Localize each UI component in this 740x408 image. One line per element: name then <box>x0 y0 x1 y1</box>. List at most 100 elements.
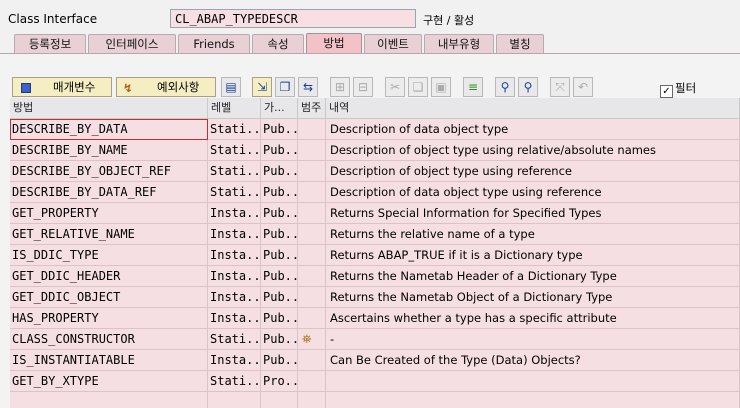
insert-row-icon[interactable]: ⊞ <box>330 77 350 97</box>
category-cell[interactable] <box>298 224 326 245</box>
find-icon[interactable]: ⚲ <box>495 77 515 97</box>
category-cell[interactable]: ⛯ <box>298 329 326 350</box>
table-row[interactable]: DESCRIBE_BY_DATAStati...Pub... Descriptio… <box>10 119 740 140</box>
description-cell[interactable]: Description of data object type using re… <box>326 182 740 203</box>
visibility-cell[interactable]: Pub... <box>261 140 298 161</box>
table-row[interactable] <box>10 392 740 408</box>
method-name-cell[interactable]: GET_DDIC_OBJECT <box>10 287 208 308</box>
table-row[interactable]: DESCRIBE_BY_NAMEStati...Pub... Descriptio… <box>10 140 740 161</box>
column-header-description[interactable]: 내역 <box>326 98 740 119</box>
delete-row-icon[interactable]: ⊟ <box>353 77 373 97</box>
table-row[interactable]: GET_RELATIVE_NAMEInsta...Pub... Returns t… <box>10 224 740 245</box>
description-cell[interactable]: Returns ABAP_TRUE if it is a Dictionary … <box>326 245 740 266</box>
visibility-cell[interactable]: Pub... <box>261 350 298 371</box>
level-cell[interactable]: Insta... <box>208 287 261 308</box>
category-cell[interactable] <box>298 203 326 224</box>
navigate-icon[interactable]: ⇆ <box>298 77 318 97</box>
visibility-cell[interactable]: Pub... <box>261 287 298 308</box>
description-cell[interactable]: Returns Special Information for Specifie… <box>326 203 740 224</box>
visibility-cell[interactable]: Pub... <box>261 224 298 245</box>
visibility-cell[interactable]: Pub... <box>261 308 298 329</box>
description-cell[interactable]: - <box>326 329 740 350</box>
method-name-cell[interactable]: GET_PROPERTY <box>10 203 208 224</box>
description-cell[interactable]: Returns the relative name of a type <box>326 224 740 245</box>
category-cell[interactable] <box>298 140 326 161</box>
visibility-cell[interactable]: Pub... <box>261 119 298 140</box>
category-cell[interactable] <box>298 371 326 392</box>
copy-row-icon[interactable]: ❐ <box>275 77 295 97</box>
visibility-cell[interactable]: Pub... <box>261 182 298 203</box>
level-cell[interactable]: Insta... <box>208 203 261 224</box>
description-cell[interactable] <box>326 371 740 392</box>
description-cell[interactable]: Ascertains whether a type has a specific… <box>326 308 740 329</box>
class-name-field[interactable]: CL_ABAP_TYPEDESCR <box>170 9 416 28</box>
method-name-cell[interactable]: IS_DDIC_TYPE <box>10 245 208 266</box>
category-cell[interactable] <box>298 182 326 203</box>
level-cell[interactable]: Stati... <box>208 371 261 392</box>
visibility-cell[interactable] <box>261 392 298 408</box>
level-cell[interactable]: Stati... <box>208 329 261 350</box>
level-cell[interactable]: Insta... <box>208 308 261 329</box>
table-row[interactable]: DESCRIBE_BY_OBJECT_REFStati...Pub... Desc… <box>10 161 740 182</box>
tab-attributes[interactable]: 속성 <box>252 34 304 53</box>
column-header-visibility[interactable]: 가... <box>261 98 298 119</box>
source-code-icon[interactable]: ▤ <box>221 77 241 97</box>
level-cell[interactable]: Stati... <box>208 182 261 203</box>
table-row[interactable]: DESCRIBE_BY_DATA_REFStati...Pub... Descri… <box>10 182 740 203</box>
description-cell[interactable]: Description of data object type <box>326 119 740 140</box>
column-header-method[interactable]: 방법 <box>10 98 208 119</box>
method-name-cell[interactable]: CLASS_CONSTRUCTOR <box>10 329 208 350</box>
method-name-cell[interactable]: GET_BY_XTYPE <box>10 371 208 392</box>
copy-icon[interactable]: ❏ <box>408 77 428 97</box>
level-cell[interactable]: Stati... <box>208 140 261 161</box>
detail-view-icon[interactable]: ⇲ <box>252 77 272 97</box>
filter-checkbox[interactable]: ✓ 필터 <box>660 80 696 98</box>
method-name-cell[interactable]: GET_DDIC_HEADER <box>10 266 208 287</box>
description-cell[interactable]: Returns the Nametab Object of a Dictiona… <box>326 287 740 308</box>
method-name-cell[interactable]: HAS_PROPERTY <box>10 308 208 329</box>
category-cell[interactable] <box>298 308 326 329</box>
level-cell[interactable]: Insta... <box>208 245 261 266</box>
category-cell[interactable] <box>298 161 326 182</box>
tab-types[interactable]: 내부유형 <box>424 34 494 53</box>
table-row[interactable]: CLASS_CONSTRUCTORStati...Pub... ⛯- <box>10 329 740 350</box>
where-used-icon[interactable]: ⤧ <box>550 77 570 97</box>
visibility-cell[interactable]: Pub... <box>261 161 298 182</box>
method-name-cell[interactable]: DESCRIBE_BY_NAME <box>10 140 208 161</box>
description-cell[interactable]: Returns the Nametab Header of a Dictiona… <box>326 266 740 287</box>
category-cell[interactable] <box>298 392 326 408</box>
tab-properties[interactable]: 등록정보 <box>14 34 86 53</box>
column-header-level[interactable]: 레벨 <box>208 98 261 119</box>
tab-friends[interactable]: Friends <box>178 34 250 53</box>
visibility-cell[interactable]: Pub... <box>261 266 298 287</box>
method-name-cell[interactable]: IS_INSTANTIATABLE <box>10 350 208 371</box>
tab-events[interactable]: 이벤트 <box>364 34 422 53</box>
table-row[interactable]: IS_INSTANTIATABLEInsta...Pub... Can Be Cr… <box>10 350 740 371</box>
category-cell[interactable] <box>298 119 326 140</box>
paste-icon[interactable]: ▣ <box>431 77 451 97</box>
tab-aliases[interactable]: 별칭 <box>496 34 544 53</box>
table-row[interactable]: GET_BY_XTYPEStati...Pro... <box>10 371 740 392</box>
parameters-button[interactable]: 매개변수 <box>12 77 112 97</box>
level-cell[interactable]: Insta... <box>208 224 261 245</box>
method-name-cell[interactable]: GET_RELATIVE_NAME <box>10 224 208 245</box>
level-cell[interactable]: Insta... <box>208 266 261 287</box>
exceptions-button[interactable]: ↯ 예외사항 <box>116 77 216 97</box>
find-next-icon[interactable]: ⚲ <box>518 77 538 97</box>
level-cell[interactable]: Insta... <box>208 350 261 371</box>
description-cell[interactable]: Description of object type using referen… <box>326 161 740 182</box>
method-name-cell[interactable]: DESCRIBE_BY_DATA_REF <box>10 182 208 203</box>
visibility-cell[interactable]: Pub... <box>261 329 298 350</box>
method-name-cell[interactable]: DESCRIBE_BY_OBJECT_REF <box>10 161 208 182</box>
description-cell[interactable]: Can Be Created of the Type (Data) Object… <box>326 350 740 371</box>
check-icon[interactable]: ✓ <box>660 85 673 98</box>
visibility-cell[interactable]: Pub... <box>261 203 298 224</box>
category-cell[interactable] <box>298 350 326 371</box>
cut-icon[interactable]: ✂ <box>385 77 405 97</box>
method-name-cell[interactable] <box>10 392 208 408</box>
level-cell[interactable] <box>208 392 261 408</box>
table-row[interactable]: IS_DDIC_TYPEInsta...Pub... Returns ABAP_T… <box>10 245 740 266</box>
table-row[interactable]: GET_DDIC_HEADERInsta...Pub... Returns the… <box>10 266 740 287</box>
undo-icon[interactable]: ↶ <box>573 77 593 97</box>
category-cell[interactable] <box>298 245 326 266</box>
